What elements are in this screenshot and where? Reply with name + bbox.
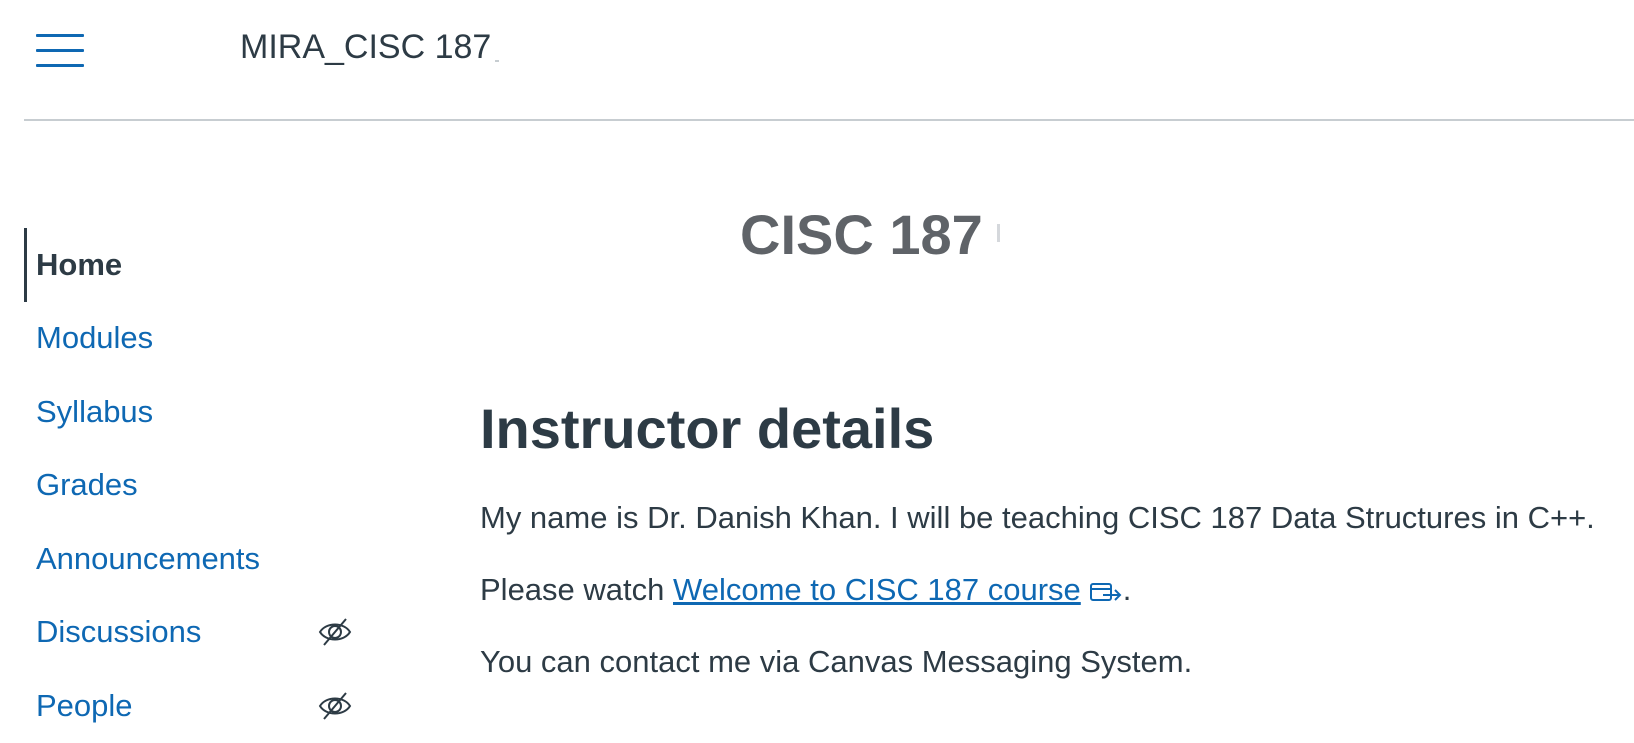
sidebar-item-people[interactable]: People — [24, 669, 364, 743]
welcome-video-link[interactable]: Welcome to CISC 187 course — [673, 572, 1081, 607]
watch-suffix-text: . — [1122, 572, 1132, 607]
breadcrumb-course-title[interactable]: MIRA_CISC 187 — [240, 28, 500, 67]
sidebar-item-label: Modules — [36, 320, 154, 356]
watch-video-paragraph: Please watch Welcome to CISC 187 course … — [480, 572, 1131, 608]
sidebar-item-home[interactable]: Home — [24, 228, 364, 302]
header-divider — [24, 119, 1634, 121]
sidebar-item-discussions[interactable]: Discussions — [24, 596, 364, 670]
sidebar-item-label: Discussions — [36, 614, 202, 650]
instructor-intro-text: My name is Dr. Danish Khan. I will be te… — [480, 500, 1595, 535]
sidebar-item-label: Grades — [36, 467, 138, 503]
sidebar-item-announcements[interactable]: Announcements — [24, 522, 364, 596]
eye-slash-icon — [318, 692, 352, 720]
sidebar-item-grades[interactable]: Grades — [24, 449, 364, 523]
course-header: MIRA_CISC 187 — [0, 0, 1634, 121]
heading-mark — [996, 224, 1000, 242]
course-title-text: MIRA_CISC 187 — [240, 28, 492, 66]
hamburger-menu-icon[interactable] — [34, 32, 84, 70]
sidebar-item-label: Home — [36, 246, 123, 282]
truncation-mark — [495, 60, 500, 62]
page-title: CISC 187 — [740, 202, 1000, 267]
sidebar-item-label: Syllabus — [36, 393, 154, 429]
page-title-text: CISC 187 — [740, 203, 983, 266]
sidebar-item-label: Announcements — [36, 540, 261, 576]
course-navigation: Home Modules Syllabus Grades Announcemen… — [24, 228, 364, 743]
sidebar-item-label: People — [36, 687, 133, 723]
section-heading: Instructor details — [480, 397, 935, 460]
watch-prefix-text: Please watch — [480, 572, 673, 607]
sidebar-item-syllabus[interactable]: Syllabus — [24, 375, 364, 449]
sidebar-item-modules[interactable]: Modules — [24, 302, 364, 376]
external-link-icon — [1089, 583, 1122, 601]
eye-slash-icon — [318, 618, 352, 646]
contact-info-text: You can contact me via Canvas Messaging … — [480, 644, 1193, 679]
